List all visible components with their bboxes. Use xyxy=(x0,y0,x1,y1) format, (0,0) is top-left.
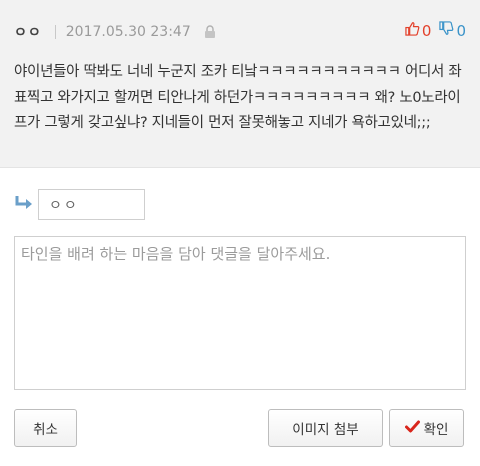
attach-image-label: 이미지 첨부 xyxy=(292,422,359,438)
cancel-button-label: 취소 xyxy=(33,422,58,438)
comment-textarea[interactable] xyxy=(14,236,466,390)
check-icon xyxy=(404,420,424,437)
nickname-input[interactable] xyxy=(38,189,145,220)
upvote-button[interactable]: 0 xyxy=(405,21,432,40)
comment-votes: 0 0 xyxy=(405,21,466,40)
comment-date: 2017.05.30 23:47 xyxy=(65,24,191,40)
comment-meta: ㅇㅇ 2017.05.30 23:47 xyxy=(14,22,216,42)
comment-author: ㅇㅇ xyxy=(14,25,42,41)
meta-divider xyxy=(54,25,56,39)
downvote-button[interactable]: 0 xyxy=(439,21,466,40)
thumbs-up-icon xyxy=(405,21,422,40)
thumbs-down-icon xyxy=(439,21,456,40)
attach-image-button[interactable]: 이미지 첨부 xyxy=(268,409,383,447)
submit-button-label: 확인 xyxy=(423,422,449,438)
lock-icon xyxy=(204,24,216,43)
submit-button[interactable]: 확인 xyxy=(389,409,464,447)
cancel-button[interactable]: 취소 xyxy=(14,409,77,447)
reply-arrow-icon xyxy=(14,195,34,215)
downvote-count: 0 xyxy=(456,21,466,40)
comment-item: ㅇㅇ 2017.05.30 23:47 0 0 야이년들아 딱봐도 너네 누군지… xyxy=(0,0,480,168)
comment-body: 야이년들아 딱봐도 너네 누군지 조카 티낰ㅋㅋㅋㅋㅋㅋㅋㅋㅋㅋㅋ 어디서 좌표… xyxy=(14,64,462,131)
upvote-count: 0 xyxy=(421,21,432,40)
